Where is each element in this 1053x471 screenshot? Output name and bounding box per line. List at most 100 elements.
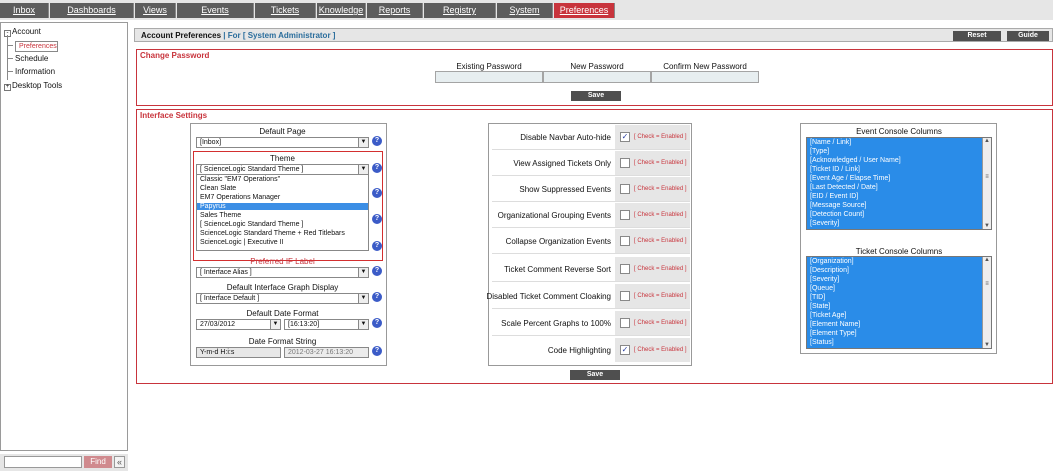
sidebar-item-account[interactable]: - Account <box>4 27 41 37</box>
list-item[interactable]: [Message Source] <box>810 202 866 209</box>
theme-option[interactable]: ScienceLogic | Executive II <box>200 239 284 246</box>
list-item[interactable]: [Name / Link] <box>810 139 851 146</box>
list-item[interactable]: [Severity] <box>810 276 839 283</box>
list-item[interactable]: [State] <box>810 303 830 310</box>
list-item[interactable]: [Element Name] <box>810 321 860 328</box>
collapse-sidebar-button[interactable]: « <box>114 456 125 468</box>
help-icon[interactable]: ? <box>372 318 382 328</box>
scrollbar[interactable]: ▲ ≡ ▼ <box>982 138 991 229</box>
list-item[interactable]: [Element Type] <box>810 330 857 337</box>
chevron-down-icon[interactable]: ▼ <box>983 223 991 229</box>
sidebar-item-schedule[interactable]: Schedule <box>15 54 48 63</box>
interface-save-button[interactable]: Save <box>570 370 620 380</box>
theme-label: Theme <box>270 154 295 163</box>
help-icon[interactable]: ? <box>372 136 382 146</box>
list-item[interactable]: [Last Detected / Date] <box>810 184 878 191</box>
theme-option[interactable]: Sales Theme <box>200 212 241 219</box>
list-item[interactable]: [Severity] <box>810 220 839 227</box>
tab-knowledge[interactable]: Knowledge <box>317 3 366 18</box>
ticket-columns-listbox[interactable]: [Organization] [Description] [Severity] … <box>806 256 992 349</box>
scrollbar[interactable]: ▲ ≡ ▼ <box>982 257 991 348</box>
sidebar-item-desktop-tools[interactable]: + Desktop Tools <box>4 81 62 91</box>
scale-percent-graphs-checkbox[interactable] <box>620 318 630 328</box>
preferred-if-select[interactable]: [ Interface Alias ] ▼ <box>196 267 369 278</box>
list-item[interactable]: [Organization] <box>810 258 854 265</box>
tab-preferences[interactable]: Preferences <box>554 3 615 18</box>
help-icon[interactable]: ? <box>372 346 382 356</box>
plus-box-icon[interactable]: + <box>4 84 11 91</box>
date-format-select[interactable]: 27/03/2012 ▼ <box>196 319 281 330</box>
theme-option[interactable]: Classic "EM7 Operations" <box>200 176 280 183</box>
time-format-select[interactable]: [16:13:20] ▼ <box>284 319 369 330</box>
top-navigation-bar: Inbox Dashboards Views Events Tickets Knowled… <box>0 0 1053 20</box>
chevron-down-icon[interactable]: ▼ <box>358 268 368 277</box>
date-string-input[interactable]: Y-m-d H:i:s <box>196 347 281 358</box>
tab-dashboards[interactable]: Dashboards <box>50 3 134 18</box>
disabled-ticket-cloaking-checkbox[interactable] <box>620 291 630 301</box>
setting-label: Show Suppressed Events <box>519 185 611 194</box>
help-icon[interactable]: ? <box>372 266 382 276</box>
chevron-down-icon[interactable]: ▼ <box>270 320 280 329</box>
checkbox-cell: [ Check = Enabled ] <box>615 257 690 281</box>
list-item[interactable]: [Ticket Age] <box>810 312 846 319</box>
default-page-select[interactable]: [Inbox] ▼ <box>196 137 369 148</box>
tab-events[interactable]: Events <box>177 3 254 18</box>
list-item[interactable]: [EID / Event ID] <box>810 193 858 200</box>
chevron-down-icon[interactable]: ▼ <box>358 320 368 329</box>
find-input[interactable] <box>4 456 82 468</box>
scroll-grip-icon[interactable]: ≡ <box>983 281 991 287</box>
chevron-up-icon[interactable]: ▲ <box>983 257 991 263</box>
theme-option[interactable]: [ ScienceLogic Standard Theme ] <box>200 221 303 228</box>
existing-password-field[interactable] <box>435 71 543 83</box>
chevron-down-icon[interactable]: ▼ <box>358 165 368 174</box>
collapse-organization-events-checkbox[interactable] <box>620 236 630 246</box>
graph-display-select[interactable]: [ Interface Default ] ▼ <box>196 293 369 304</box>
reset-button[interactable]: Reset <box>953 31 1001 41</box>
checkbox-cell: [ Check = Enabled ] <box>615 151 690 175</box>
theme-option[interactable]: Papyrus <box>197 203 368 210</box>
theme-option[interactable]: ScienceLogic Standard Theme + Red Titleb… <box>200 230 345 237</box>
chevron-up-icon[interactable]: ▲ <box>983 138 991 144</box>
list-item[interactable]: [Queue] <box>810 285 835 292</box>
password-save-button[interactable]: Save <box>571 91 621 101</box>
organizational-grouping-checkbox[interactable] <box>620 210 630 220</box>
confirm-password-field[interactable] <box>651 71 759 83</box>
find-button[interactable]: Find <box>84 456 112 468</box>
scroll-grip-icon[interactable]: ≡ <box>983 174 991 180</box>
help-icon[interactable]: ? <box>372 292 382 302</box>
list-item[interactable]: [Status] <box>810 339 834 346</box>
help-icon[interactable]: ? <box>372 188 382 198</box>
tab-reports[interactable]: Reports <box>367 3 423 18</box>
list-item[interactable]: [Acknowledged / User Name] <box>810 157 901 164</box>
code-highlighting-checkbox[interactable]: ✓ <box>620 345 630 355</box>
tab-tickets[interactable]: Tickets <box>255 3 316 18</box>
theme-option[interactable]: EM7 Operations Manager <box>200 194 280 201</box>
sidebar-item-preferences[interactable]: Preferences <box>15 41 58 52</box>
disable-navbar-autohide-checkbox[interactable]: ✓ <box>620 132 630 142</box>
guide-button[interactable]: Guide <box>1007 31 1049 41</box>
chevron-down-icon[interactable]: ▼ <box>983 342 991 348</box>
new-password-field[interactable] <box>543 71 651 83</box>
help-icon[interactable]: ? <box>372 241 382 251</box>
list-item[interactable]: [Ticket ID / Link] <box>810 166 860 173</box>
ticket-comment-reverse-sort-checkbox[interactable] <box>620 264 630 274</box>
tab-registry[interactable]: Registry <box>424 3 496 18</box>
list-item[interactable]: [TID] <box>810 294 825 301</box>
show-suppressed-events-checkbox[interactable] <box>620 184 630 194</box>
theme-option[interactable]: Clean Slate <box>200 185 236 192</box>
sidebar-item-information[interactable]: Information <box>15 67 55 76</box>
chevron-down-icon[interactable]: ▼ <box>358 138 368 147</box>
help-icon[interactable]: ? <box>372 214 382 224</box>
chevron-down-icon[interactable]: ▼ <box>358 294 368 303</box>
tab-inbox[interactable]: Inbox <box>0 3 49 18</box>
tab-views[interactable]: Views <box>135 3 176 18</box>
checkbox-row: Disabled Ticket Comment Cloaking [ Check … <box>487 284 690 309</box>
list-item[interactable]: [Detection Count] <box>810 211 864 218</box>
list-item[interactable]: [Type] <box>810 148 829 155</box>
help-icon[interactable]: ? <box>372 163 382 173</box>
event-columns-listbox[interactable]: [Name / Link] [Type] [Acknowledged / Use… <box>806 137 992 230</box>
list-item[interactable]: [Event Age / Elapse Time] <box>810 175 890 182</box>
list-item[interactable]: [Description] <box>810 267 849 274</box>
view-assigned-tickets-checkbox[interactable] <box>620 158 630 168</box>
tab-system[interactable]: System <box>497 3 553 18</box>
